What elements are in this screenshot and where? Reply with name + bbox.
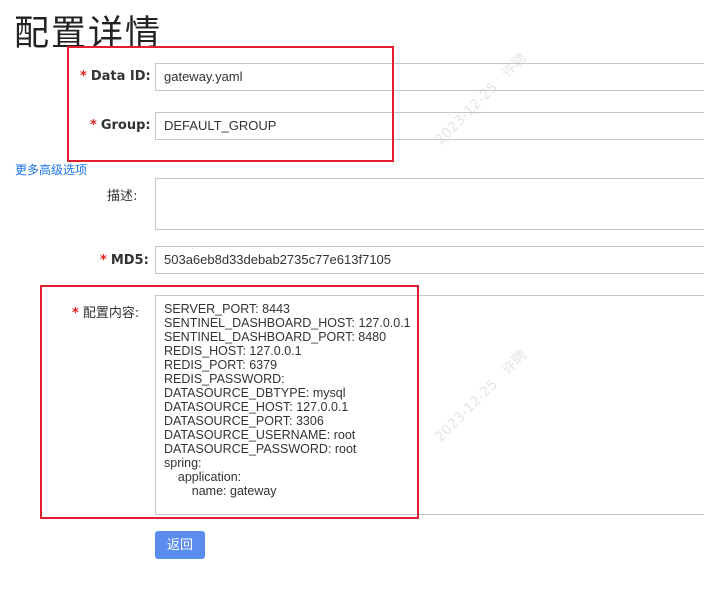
code-line: REDIS_PORT: 6379 xyxy=(164,358,278,372)
code-line: REDIS_HOST: 127.0.0.1 xyxy=(164,344,302,358)
required-mark: * xyxy=(90,118,97,133)
description-textarea[interactable] xyxy=(155,178,704,230)
code-line: name: gateway xyxy=(164,484,277,498)
code-line: DATASOURCE_PORT: 3306 xyxy=(164,414,324,428)
group-label: * Group: xyxy=(90,118,151,133)
back-button[interactable]: 返回 xyxy=(155,531,205,559)
code-line: DATASOURCE_PASSWORD: root xyxy=(164,442,357,456)
data-id-label-text: Data ID: xyxy=(90,69,151,84)
required-mark: * xyxy=(72,306,79,321)
code-line: SERVER_PORT: 8443 xyxy=(164,302,290,316)
group-label-text: Group: xyxy=(100,118,151,133)
description-label: 描述: xyxy=(107,189,138,204)
required-mark: * xyxy=(80,69,87,84)
data-id-field[interactable]: gateway.yaml xyxy=(155,63,704,91)
code-line: REDIS_PASSWORD: xyxy=(164,372,285,386)
group-field[interactable]: DEFAULT_GROUP xyxy=(155,112,704,140)
content-label-text: 配置内容: xyxy=(82,306,140,321)
config-content-editor[interactable]: SERVER_PORT: 8443 SENTINEL_DASHBOARD_HOS… xyxy=(155,295,704,515)
page-title: 配置详情 xyxy=(14,14,163,54)
code-line: DATASOURCE_DBTYPE: mysql xyxy=(164,386,346,400)
md5-label-text: MD5: xyxy=(110,253,149,268)
code-line: DATASOURCE_USERNAME: root xyxy=(164,428,356,442)
code-line: DATASOURCE_HOST: 127.0.0.1 xyxy=(164,400,349,414)
code-line: SENTINEL_DASHBOARD_PORT: 8480 xyxy=(164,330,387,344)
code-line: spring: xyxy=(164,456,202,470)
md5-label: * MD5: xyxy=(100,253,149,268)
data-id-label: * Data ID: xyxy=(80,69,151,84)
code-line: SENTINEL_DASHBOARD_HOST: 127.0.0.1 xyxy=(164,316,411,330)
required-mark: * xyxy=(100,253,107,268)
code-line: application: xyxy=(164,470,242,484)
content-label: * 配置内容: xyxy=(72,302,139,321)
more-advanced-options-link[interactable]: 更多高级选项 xyxy=(15,161,87,178)
md5-field[interactable]: 503a6eb8d33debab2735c77e613f7105 xyxy=(155,246,704,274)
